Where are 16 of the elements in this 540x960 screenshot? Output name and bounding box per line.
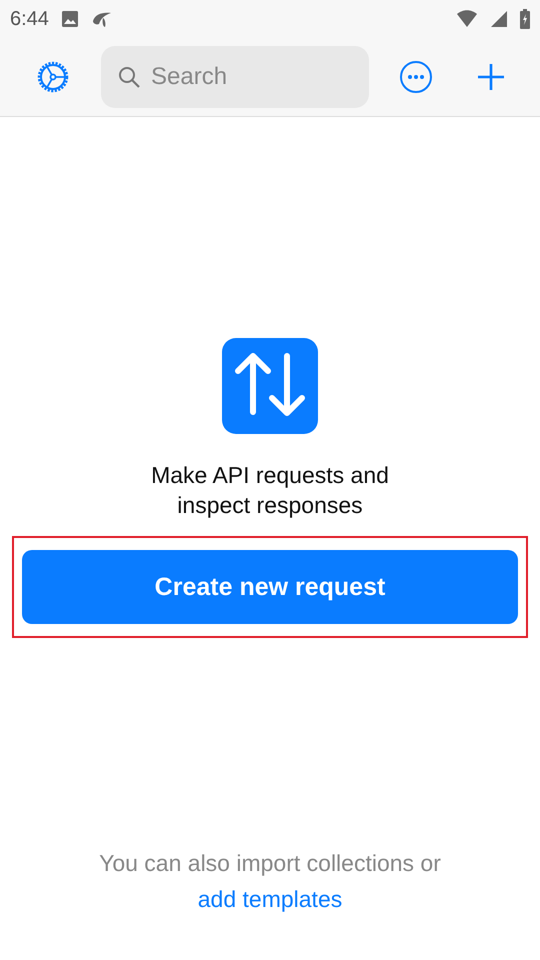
carrier-icon: [90, 10, 113, 28]
settings-icon[interactable]: [35, 59, 71, 95]
search-icon: [117, 65, 141, 89]
wifi-icon: [456, 10, 478, 28]
battery-icon: [520, 9, 530, 29]
import-hint: You can also import collections or: [99, 849, 441, 878]
empty-message: Make API requests and inspect responses: [150, 461, 390, 520]
arrows-icon: [222, 338, 318, 434]
create-request-button[interactable]: Create new request: [22, 550, 518, 624]
image-icon: [60, 10, 79, 28]
signal-icon: [490, 10, 508, 28]
more-icon[interactable]: [399, 60, 433, 94]
search-field[interactable]: Search: [101, 46, 369, 108]
status-time: 6:44: [10, 8, 49, 30]
add-templates-link[interactable]: add templates: [198, 884, 342, 914]
add-icon[interactable]: [477, 63, 505, 91]
